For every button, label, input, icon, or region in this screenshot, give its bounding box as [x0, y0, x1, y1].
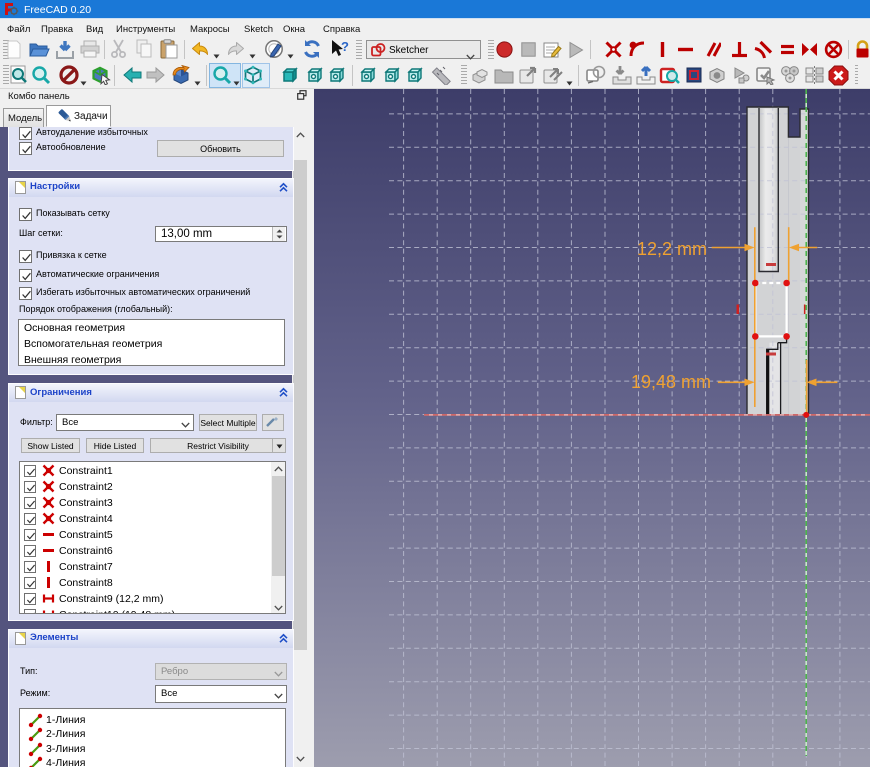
svg-text:12,2 mm: 12,2 mm	[637, 239, 707, 259]
svg-text:?: ?	[341, 39, 349, 54]
svg-text:19,48 mm: 19,48 mm	[631, 372, 711, 392]
